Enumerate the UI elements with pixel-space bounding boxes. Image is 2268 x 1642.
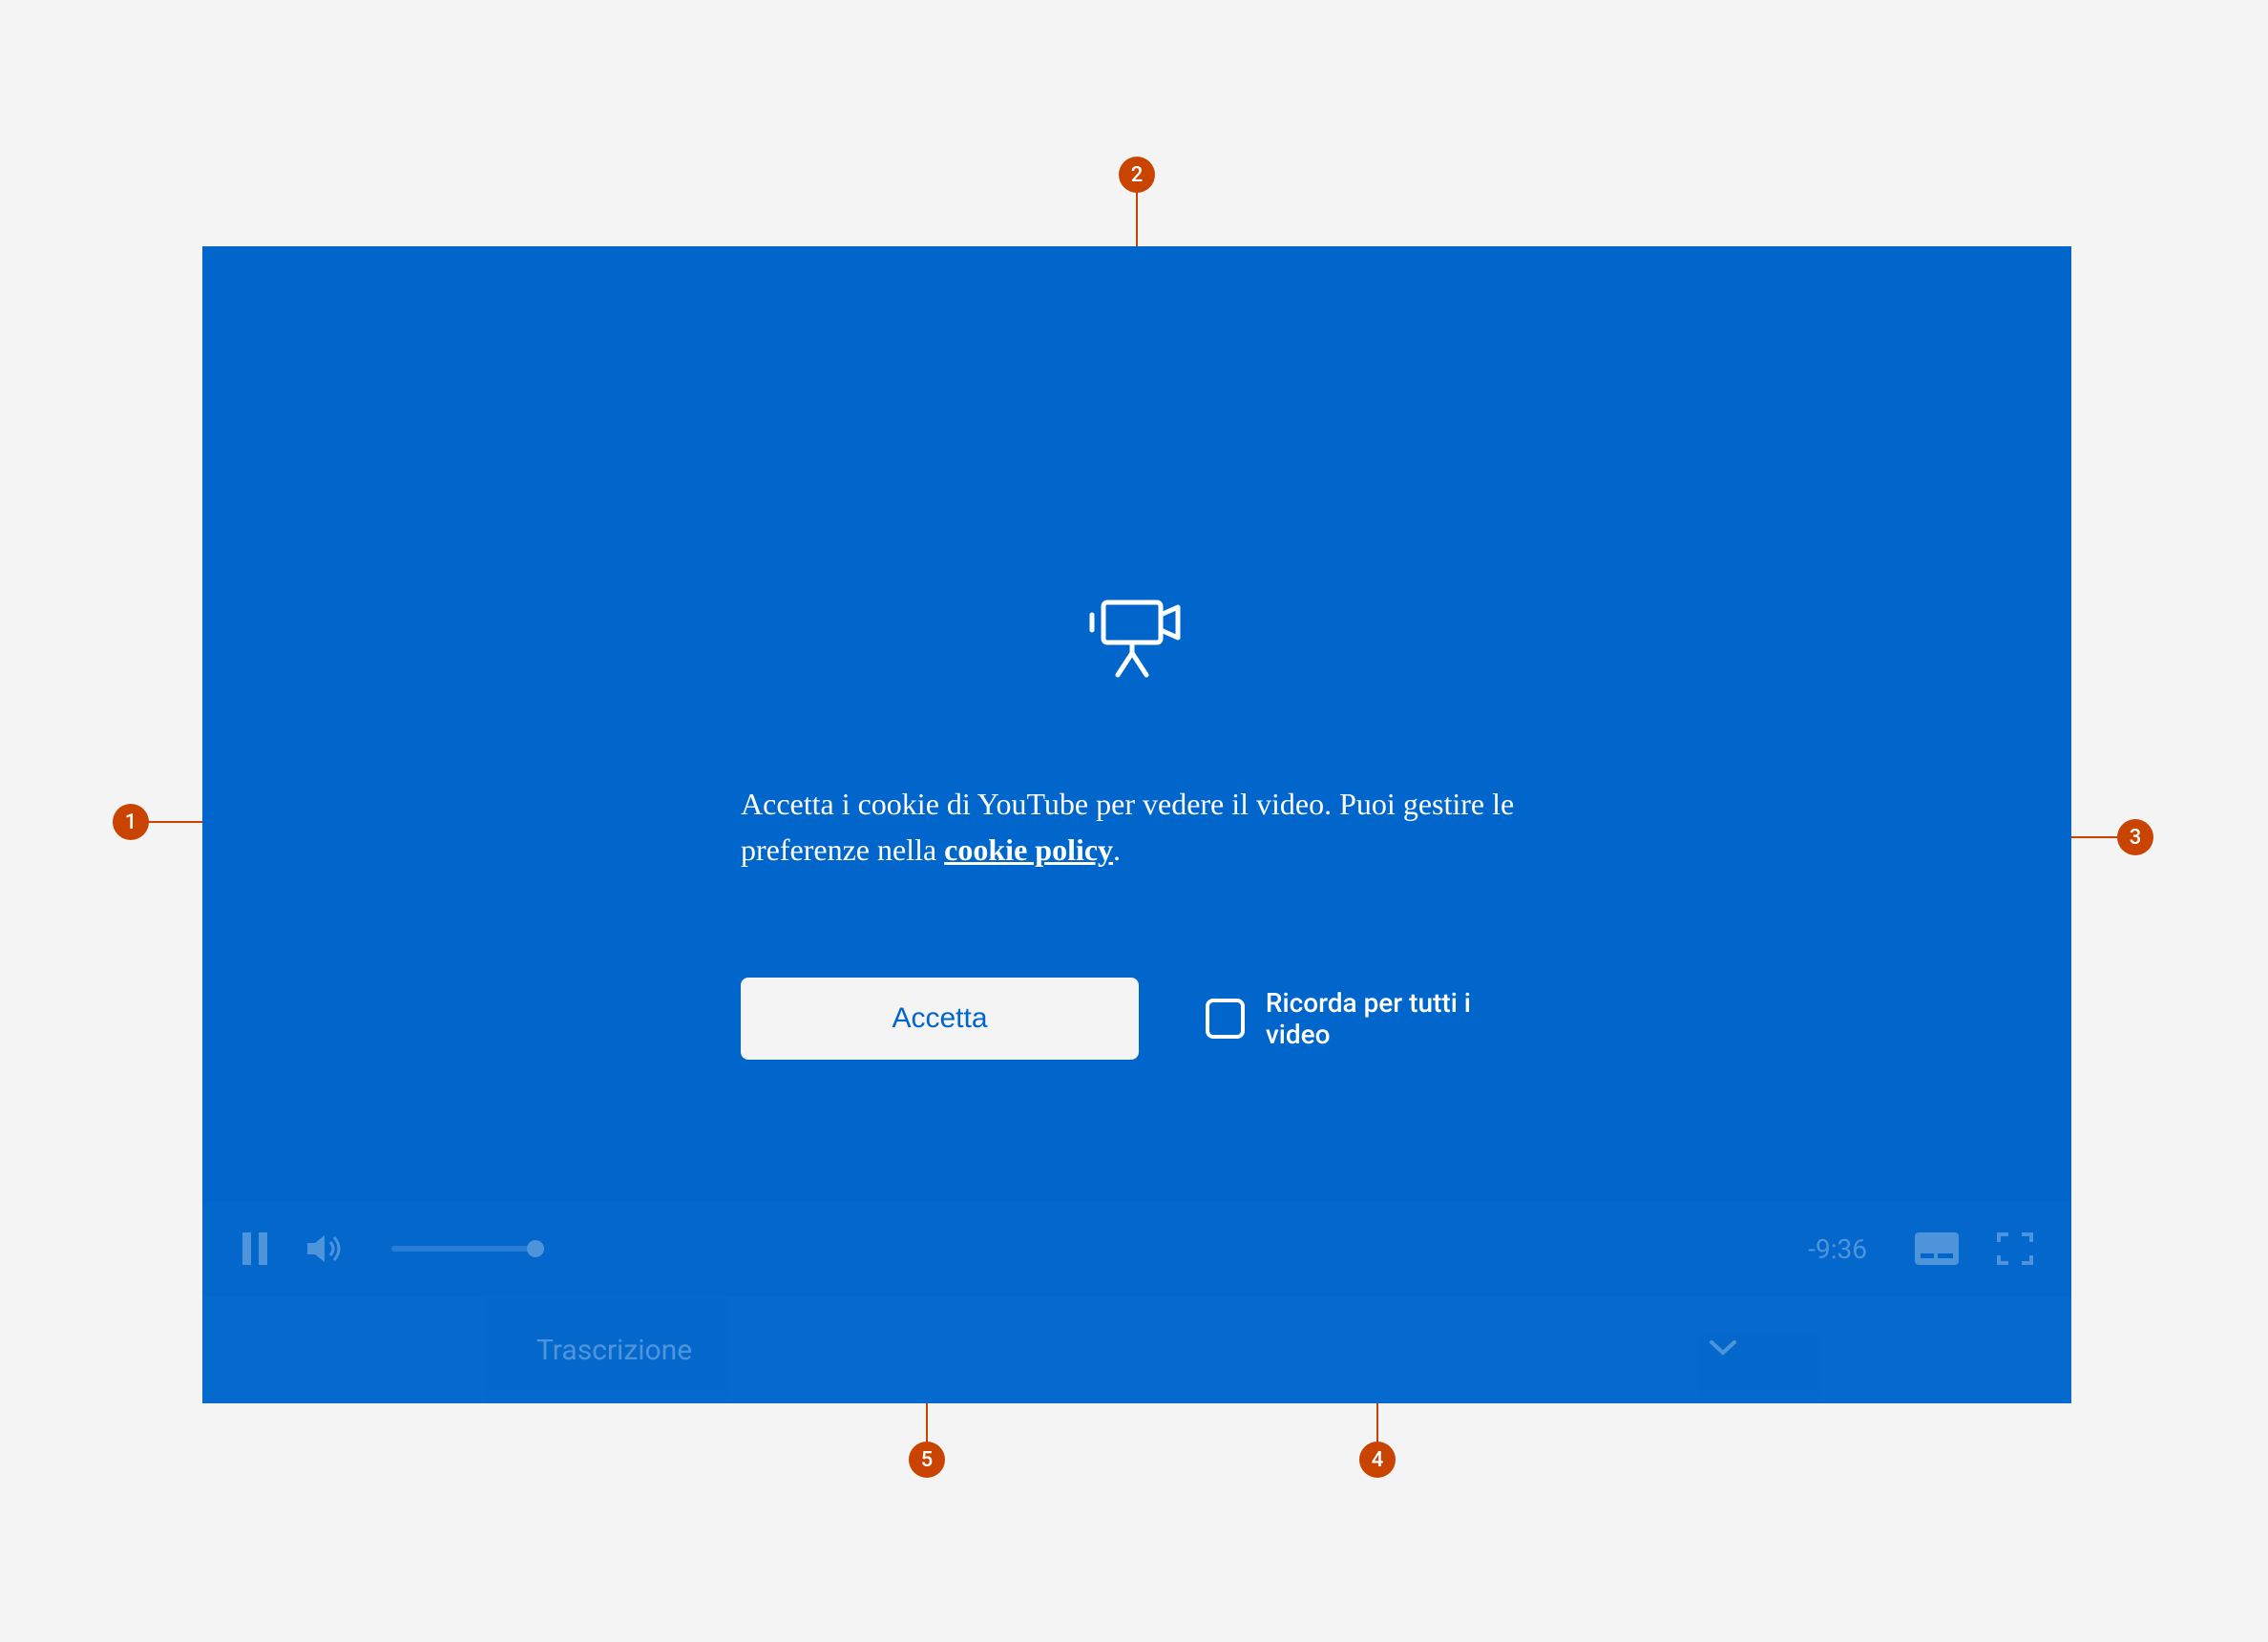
chevron-down-icon [1709,1339,1737,1360]
cookie-message-suffix: . [1113,832,1121,867]
remember-checkbox[interactable] [1206,999,1245,1039]
time-remaining: -9:36 [1808,1233,1867,1265]
remember-checkbox-wrapper[interactable]: Ricorda per tutti i video [1206,987,1533,1050]
remember-checkbox-label: Ricorda per tutti i video [1266,987,1533,1050]
pause-icon[interactable] [241,1232,269,1265]
fullscreen-icon[interactable] [1997,1232,2033,1265]
accept-button[interactable]: Accetta [741,978,1139,1060]
video-controls-bar: -9:36 [202,1201,2071,1296]
cookie-message-text: Accetta i cookie di YouTube per vedere i… [741,781,1533,873]
captions-icon[interactable] [1915,1232,1959,1265]
cookie-policy-link[interactable]: cookie policy [944,832,1113,867]
volume-slider[interactable] [391,1246,544,1252]
cookie-action-row: Accetta Ricorda per tutti i video [741,978,1533,1060]
transcript-label: Trascrizione [536,1334,692,1367]
video-player-container: Accetta i cookie di YouTube per vedere i… [202,246,2071,1403]
volume-icon[interactable] [307,1232,344,1265]
annotation-badge-4: 4 [1359,1442,1396,1478]
annotation-badge-1: 1 [113,804,149,840]
annotation-badge-3: 3 [2117,819,2153,855]
transcript-bar[interactable]: Trascrizione [202,1296,2071,1403]
annotation-badge-5: 5 [909,1442,945,1478]
cookie-message-prefix: Accetta i cookie di YouTube per vedere i… [741,787,1514,867]
volume-slider-thumb[interactable] [527,1240,544,1257]
annotation-badge-2: 2 [1119,157,1155,193]
video-camera-icon [1084,591,1189,685]
